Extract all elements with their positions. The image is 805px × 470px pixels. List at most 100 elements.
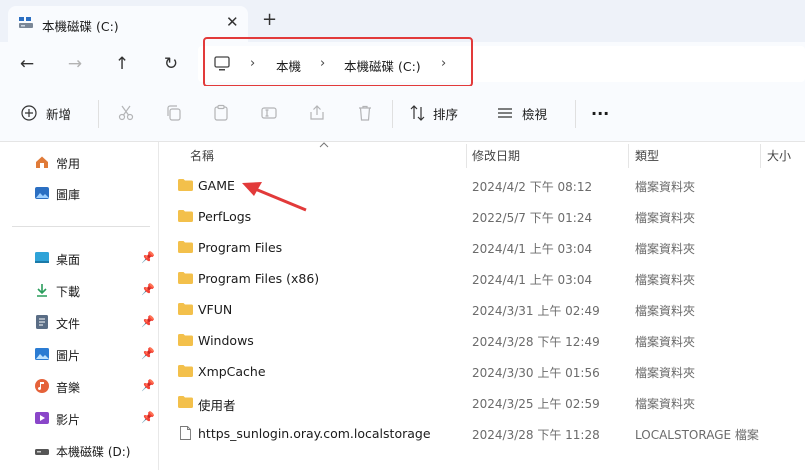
music-icon (35, 379, 49, 393)
column-divider[interactable] (628, 144, 629, 168)
pin-icon[interactable]: 📌 (141, 411, 155, 424)
sort-button[interactable]: 排序 (409, 102, 458, 124)
pictures-icon (35, 348, 49, 360)
sidebar-item-videos[interactable]: 影片 📌 (0, 405, 158, 433)
toolbar-divider (98, 100, 99, 128)
file-name: Windows (198, 333, 254, 348)
column-header-modified[interactable]: 修改日期 (472, 147, 520, 164)
sidebar-item-label: 圖片 (56, 349, 81, 363)
copy-icon[interactable] (165, 104, 183, 122)
file-date: 2024/3/30 上午 01:56 (472, 366, 600, 380)
view-icon (498, 108, 512, 118)
sidebar-item-downloads[interactable]: 下載 📌 (0, 277, 158, 305)
tab-title: 本機磁碟 (C:) (42, 19, 119, 34)
file-name: Program Files (x86) (198, 271, 320, 286)
download-icon (37, 284, 47, 297)
file-type: 檔案資料夾 (635, 211, 696, 225)
column-divider[interactable] (466, 144, 467, 168)
sort-ascending-icon (319, 142, 329, 148)
up-button[interactable]: ↑ (110, 52, 134, 76)
folder-icon (178, 272, 193, 284)
sort-icon (410, 105, 425, 121)
refresh-button[interactable]: ↻ (159, 52, 183, 76)
sidebar-item-label: 本機磁碟 (D:) (56, 445, 131, 459)
close-tab-button[interactable]: ✕ (226, 13, 239, 31)
sidebar-item-gallery[interactable]: 圖庫 (0, 180, 158, 208)
folder-icon (178, 396, 193, 408)
pin-icon[interactable]: 📌 (141, 251, 155, 264)
rename-icon[interactable] (260, 104, 278, 122)
drive-icon (35, 449, 49, 455)
cut-icon[interactable] (117, 104, 135, 122)
file-date: 2024/3/28 下午 12:49 (472, 335, 600, 349)
annotation-arrow-icon (242, 182, 307, 212)
file-date: 2024/3/25 上午 02:59 (472, 397, 600, 411)
sidebar-item-label: 圖庫 (56, 188, 81, 202)
sort-label: 排序 (433, 106, 459, 122)
desktop-icon (35, 252, 49, 263)
table-row[interactable]: XmpCache 2024/3/30 上午 01:56 檔案資料夾 (159, 356, 805, 387)
document-icon (36, 315, 48, 329)
file-name: GAME (198, 178, 235, 193)
pin-icon[interactable]: 📌 (141, 347, 155, 360)
sidebar-item-label: 常用 (56, 157, 81, 171)
pin-icon[interactable]: 📌 (141, 379, 155, 392)
table-row[interactable]: 使用者 2024/3/25 上午 02:59 檔案資料夾 (159, 387, 805, 418)
table-row[interactable]: Program Files (x86) 2024/4/1 上午 03:04 檔案… (159, 263, 805, 294)
column-divider[interactable] (760, 144, 761, 168)
file-name: Program Files (198, 240, 283, 255)
folder-icon (178, 210, 193, 222)
table-row[interactable]: VFUN 2024/3/31 上午 02:49 檔案資料夾 (159, 294, 805, 325)
toolbar-divider (392, 100, 393, 128)
file-type: 檔案資料夾 (635, 242, 696, 256)
sidebar-item-desktop[interactable]: 桌面 📌 (0, 245, 158, 273)
paste-icon[interactable] (212, 104, 230, 122)
sidebar-item-home[interactable]: 常用 (0, 149, 158, 177)
new-tab-button[interactable]: + (262, 10, 277, 30)
file-date: 2022/5/7 下午 01:24 (472, 211, 593, 225)
file-type: LOCALSTORAGE 檔案 (635, 428, 759, 442)
file-name: 使用者 (198, 398, 236, 413)
folder-icon (178, 365, 193, 377)
share-icon[interactable] (308, 104, 326, 122)
file-name: https_sunlogin.oray.com.localstorage (198, 426, 431, 441)
back-button[interactable]: ← (15, 52, 39, 76)
pin-icon[interactable]: 📌 (141, 283, 155, 296)
sidebar-item-pictures[interactable]: 圖片 📌 (0, 341, 158, 369)
file-name: XmpCache (198, 364, 266, 379)
folder-icon (178, 179, 193, 191)
file-icon (180, 426, 191, 440)
home-icon (36, 156, 48, 168)
new-button[interactable]: 新增 (20, 102, 71, 124)
forward-button[interactable]: → (63, 52, 87, 76)
table-row[interactable]: Windows 2024/3/28 下午 12:49 檔案資料夾 (159, 325, 805, 356)
video-icon (35, 412, 49, 424)
delete-icon[interactable] (356, 104, 374, 122)
view-label: 檢視 (522, 106, 548, 122)
file-type: 檔案資料夾 (635, 304, 696, 318)
command-bar: 新增 排序 檢視 ··· (0, 86, 805, 142)
file-date: 2024/4/2 下午 08:12 (472, 180, 593, 194)
sidebar-item-label: 桌面 (56, 253, 81, 267)
column-header-size[interactable]: 大小 (767, 147, 791, 164)
column-header-type[interactable]: 類型 (635, 147, 659, 164)
column-header-name[interactable]: 名稱 (190, 147, 214, 164)
sidebar-item-local-disk-d[interactable]: 本機磁碟 (D:) (0, 437, 158, 465)
sidebar-item-documents[interactable]: 文件 📌 (0, 309, 158, 337)
folder-icon (178, 334, 193, 346)
file-type: 檔案資料夾 (635, 397, 696, 411)
sidebar-item-label: 影片 (56, 413, 81, 427)
new-label: 新增 (46, 106, 72, 122)
gallery-icon (35, 187, 49, 199)
more-options-button[interactable]: ··· (591, 102, 609, 124)
view-button[interactable]: 檢視 (496, 102, 547, 124)
file-name: VFUN (198, 302, 233, 317)
toolbar-divider (575, 100, 576, 128)
navigation-pane: 常用 圖庫 桌面 📌 下載 📌 文件 📌 圖片 📌 音樂 📌 影片 📌 本機磁碟… (0, 142, 158, 470)
table-row[interactable]: Program Files 2024/4/1 上午 03:04 檔案資料夾 (159, 232, 805, 263)
address-highlight-box (203, 37, 473, 87)
pin-icon[interactable]: 📌 (141, 315, 155, 328)
table-row[interactable]: https_sunlogin.oray.com.localstorage 202… (159, 418, 805, 449)
sidebar-item-music[interactable]: 音樂 📌 (0, 373, 158, 401)
drive-icon (19, 17, 33, 28)
